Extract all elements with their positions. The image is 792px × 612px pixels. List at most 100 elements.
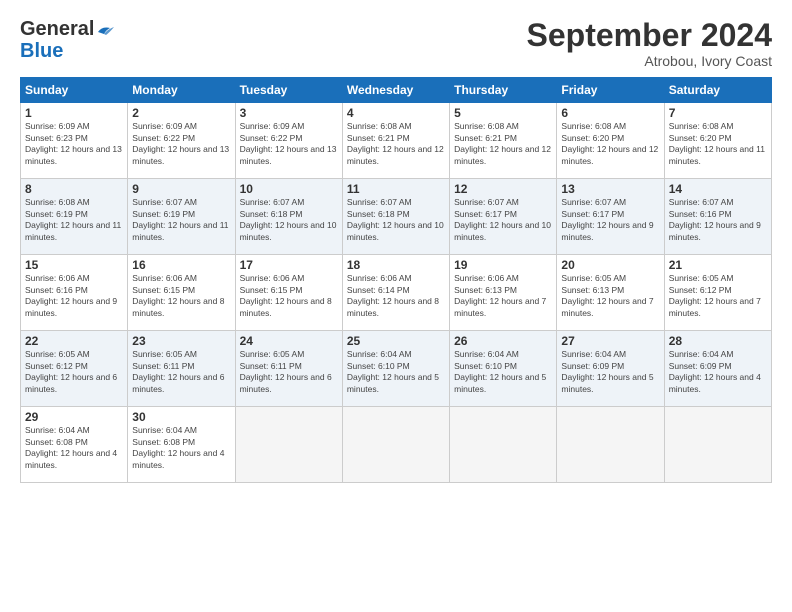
day-number: 10 xyxy=(240,182,338,196)
table-row: 10 Sunrise: 6:07 AMSunset: 6:18 PMDaylig… xyxy=(235,179,342,255)
day-info: Sunrise: 6:05 AMSunset: 6:12 PMDaylight:… xyxy=(669,273,767,319)
day-number: 15 xyxy=(25,258,123,272)
table-row: 4 Sunrise: 6:08 AMSunset: 6:21 PMDayligh… xyxy=(342,103,449,179)
table-row: 16 Sunrise: 6:06 AMSunset: 6:15 PMDaylig… xyxy=(128,255,235,331)
day-info: Sunrise: 6:08 AMSunset: 6:19 PMDaylight:… xyxy=(25,197,123,243)
table-row: 15 Sunrise: 6:06 AMSunset: 6:16 PMDaylig… xyxy=(21,255,128,331)
day-number: 28 xyxy=(669,334,767,348)
table-row: 28 Sunrise: 6:04 AMSunset: 6:09 PMDaylig… xyxy=(664,331,771,407)
day-info: Sunrise: 6:07 AMSunset: 6:17 PMDaylight:… xyxy=(561,197,659,243)
day-info: Sunrise: 6:09 AMSunset: 6:22 PMDaylight:… xyxy=(240,121,338,167)
table-row: 24 Sunrise: 6:05 AMSunset: 6:11 PMDaylig… xyxy=(235,331,342,407)
day-number: 1 xyxy=(25,106,123,120)
table-row: 29 Sunrise: 6:04 AMSunset: 6:08 PMDaylig… xyxy=(21,407,128,483)
day-info: Sunrise: 6:05 AMSunset: 6:11 PMDaylight:… xyxy=(240,349,338,395)
page: General Blue September 2024 Atrobou, Ivo… xyxy=(0,0,792,612)
day-info: Sunrise: 6:04 AMSunset: 6:08 PMDaylight:… xyxy=(25,425,123,471)
location-subtitle: Atrobou, Ivory Coast xyxy=(527,53,772,69)
day-info: Sunrise: 6:05 AMSunset: 6:13 PMDaylight:… xyxy=(561,273,659,319)
day-info: Sunrise: 6:04 AMSunset: 6:10 PMDaylight:… xyxy=(454,349,552,395)
table-row: 14 Sunrise: 6:07 AMSunset: 6:16 PMDaylig… xyxy=(664,179,771,255)
day-info: Sunrise: 6:05 AMSunset: 6:11 PMDaylight:… xyxy=(132,349,230,395)
table-row: 25 Sunrise: 6:04 AMSunset: 6:10 PMDaylig… xyxy=(342,331,449,407)
table-row xyxy=(557,407,664,483)
table-row: 3 Sunrise: 6:09 AMSunset: 6:22 PMDayligh… xyxy=(235,103,342,179)
table-row: 22 Sunrise: 6:05 AMSunset: 6:12 PMDaylig… xyxy=(21,331,128,407)
day-info: Sunrise: 6:07 AMSunset: 6:19 PMDaylight:… xyxy=(132,197,230,243)
day-info: Sunrise: 6:09 AMSunset: 6:23 PMDaylight:… xyxy=(25,121,123,167)
day-number: 26 xyxy=(454,334,552,348)
table-row: 8 Sunrise: 6:08 AMSunset: 6:19 PMDayligh… xyxy=(21,179,128,255)
table-row: 9 Sunrise: 6:07 AMSunset: 6:19 PMDayligh… xyxy=(128,179,235,255)
calendar-week-row: 29 Sunrise: 6:04 AMSunset: 6:08 PMDaylig… xyxy=(21,407,772,483)
day-info: Sunrise: 6:06 AMSunset: 6:13 PMDaylight:… xyxy=(454,273,552,319)
day-info: Sunrise: 6:06 AMSunset: 6:14 PMDaylight:… xyxy=(347,273,445,319)
day-info: Sunrise: 6:08 AMSunset: 6:21 PMDaylight:… xyxy=(454,121,552,167)
col-tuesday: Tuesday xyxy=(235,78,342,103)
day-number: 29 xyxy=(25,410,123,424)
day-number: 4 xyxy=(347,106,445,120)
day-info: Sunrise: 6:05 AMSunset: 6:12 PMDaylight:… xyxy=(25,349,123,395)
day-number: 20 xyxy=(561,258,659,272)
table-row: 19 Sunrise: 6:06 AMSunset: 6:13 PMDaylig… xyxy=(450,255,557,331)
day-number: 16 xyxy=(132,258,230,272)
day-number: 17 xyxy=(240,258,338,272)
day-number: 25 xyxy=(347,334,445,348)
day-number: 7 xyxy=(669,106,767,120)
day-number: 2 xyxy=(132,106,230,120)
day-number: 22 xyxy=(25,334,123,348)
logo-bird-icon xyxy=(96,24,114,38)
day-number: 14 xyxy=(669,182,767,196)
table-row: 23 Sunrise: 6:05 AMSunset: 6:11 PMDaylig… xyxy=(128,331,235,407)
table-row: 17 Sunrise: 6:06 AMSunset: 6:15 PMDaylig… xyxy=(235,255,342,331)
day-info: Sunrise: 6:08 AMSunset: 6:21 PMDaylight:… xyxy=(347,121,445,167)
day-info: Sunrise: 6:06 AMSunset: 6:15 PMDaylight:… xyxy=(132,273,230,319)
day-info: Sunrise: 6:04 AMSunset: 6:08 PMDaylight:… xyxy=(132,425,230,471)
calendar-week-row: 22 Sunrise: 6:05 AMSunset: 6:12 PMDaylig… xyxy=(21,331,772,407)
title-section: September 2024 Atrobou, Ivory Coast xyxy=(527,18,772,69)
day-number: 21 xyxy=(669,258,767,272)
table-row: 2 Sunrise: 6:09 AMSunset: 6:22 PMDayligh… xyxy=(128,103,235,179)
calendar-week-row: 8 Sunrise: 6:08 AMSunset: 6:19 PMDayligh… xyxy=(21,179,772,255)
logo: General Blue xyxy=(20,18,114,61)
day-number: 8 xyxy=(25,182,123,196)
day-number: 13 xyxy=(561,182,659,196)
col-sunday: Sunday xyxy=(21,78,128,103)
day-info: Sunrise: 6:04 AMSunset: 6:09 PMDaylight:… xyxy=(561,349,659,395)
day-number: 3 xyxy=(240,106,338,120)
calendar-week-row: 15 Sunrise: 6:06 AMSunset: 6:16 PMDaylig… xyxy=(21,255,772,331)
table-row xyxy=(235,407,342,483)
day-info: Sunrise: 6:07 AMSunset: 6:17 PMDaylight:… xyxy=(454,197,552,243)
day-number: 23 xyxy=(132,334,230,348)
day-info: Sunrise: 6:06 AMSunset: 6:15 PMDaylight:… xyxy=(240,273,338,319)
table-row: 6 Sunrise: 6:08 AMSunset: 6:20 PMDayligh… xyxy=(557,103,664,179)
day-info: Sunrise: 6:09 AMSunset: 6:22 PMDaylight:… xyxy=(132,121,230,167)
day-number: 11 xyxy=(347,182,445,196)
logo-general: General xyxy=(20,18,94,41)
day-number: 30 xyxy=(132,410,230,424)
col-monday: Monday xyxy=(128,78,235,103)
table-row: 12 Sunrise: 6:07 AMSunset: 6:17 PMDaylig… xyxy=(450,179,557,255)
day-info: Sunrise: 6:07 AMSunset: 6:18 PMDaylight:… xyxy=(240,197,338,243)
day-number: 27 xyxy=(561,334,659,348)
table-row: 7 Sunrise: 6:08 AMSunset: 6:20 PMDayligh… xyxy=(664,103,771,179)
day-number: 12 xyxy=(454,182,552,196)
day-info: Sunrise: 6:04 AMSunset: 6:10 PMDaylight:… xyxy=(347,349,445,395)
table-row: 27 Sunrise: 6:04 AMSunset: 6:09 PMDaylig… xyxy=(557,331,664,407)
calendar-header-row: Sunday Monday Tuesday Wednesday Thursday… xyxy=(21,78,772,103)
table-row xyxy=(342,407,449,483)
day-number: 9 xyxy=(132,182,230,196)
table-row: 30 Sunrise: 6:04 AMSunset: 6:08 PMDaylig… xyxy=(128,407,235,483)
table-row: 13 Sunrise: 6:07 AMSunset: 6:17 PMDaylig… xyxy=(557,179,664,255)
day-number: 6 xyxy=(561,106,659,120)
day-info: Sunrise: 6:07 AMSunset: 6:18 PMDaylight:… xyxy=(347,197,445,243)
table-row: 26 Sunrise: 6:04 AMSunset: 6:10 PMDaylig… xyxy=(450,331,557,407)
day-info: Sunrise: 6:08 AMSunset: 6:20 PMDaylight:… xyxy=(561,121,659,167)
table-row xyxy=(450,407,557,483)
table-row: 5 Sunrise: 6:08 AMSunset: 6:21 PMDayligh… xyxy=(450,103,557,179)
month-title: September 2024 xyxy=(527,18,772,53)
calendar-table: Sunday Monday Tuesday Wednesday Thursday… xyxy=(20,77,772,483)
logo-blue: Blue xyxy=(20,41,63,61)
col-friday: Friday xyxy=(557,78,664,103)
table-row: 21 Sunrise: 6:05 AMSunset: 6:12 PMDaylig… xyxy=(664,255,771,331)
